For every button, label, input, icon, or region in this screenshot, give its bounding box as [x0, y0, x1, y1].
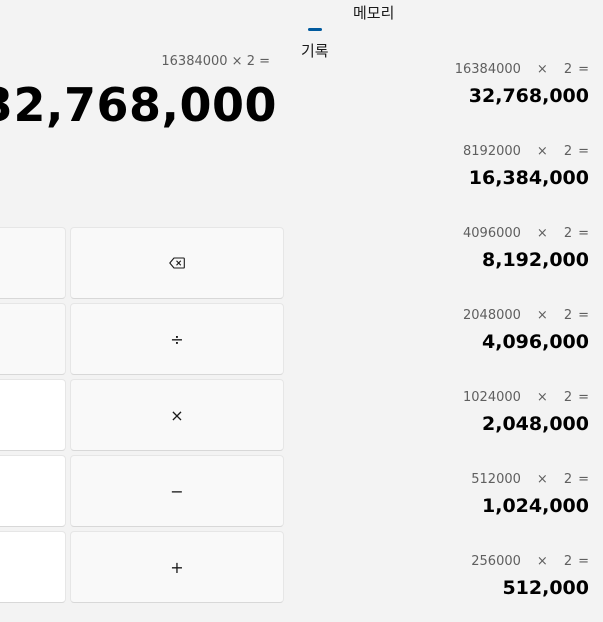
history-item[interactable]: 4096000 × 2 = 8,192,000: [299, 214, 589, 294]
key-partial-row2[interactable]: [0, 303, 66, 375]
history-result: 4,096,000: [482, 331, 589, 353]
key-partial-row4[interactable]: [0, 455, 66, 527]
key-partial-row3[interactable]: [0, 379, 66, 451]
result-display: 32,768,000: [0, 78, 277, 132]
history-item[interactable]: 256000 × 2 = 512,000: [299, 542, 589, 622]
history-item[interactable]: 2048000 × 2 = 4,096,000: [299, 296, 589, 376]
history-expression: 512000 × 2 =: [471, 472, 589, 487]
history-result: 2,048,000: [482, 413, 589, 435]
expression-display: 16384000 × 2 =: [161, 54, 270, 69]
add-button[interactable]: +: [70, 531, 284, 603]
history-item[interactable]: 8192000 × 2 = 16,384,000: [299, 132, 589, 212]
add-label: +: [170, 557, 184, 577]
tab-memory[interactable]: 메모리: [353, 2, 394, 23]
key-partial-row5[interactable]: [0, 531, 66, 603]
history-expression: 2048000 × 2 =: [463, 308, 589, 323]
history-item[interactable]: 1024000 × 2 = 2,048,000: [299, 378, 589, 458]
backspace-icon: [169, 257, 185, 269]
history-item[interactable]: 512000 × 2 = 1,024,000: [299, 460, 589, 540]
subtract-label: −: [170, 481, 184, 501]
history-result: 512,000: [502, 577, 589, 599]
history-expression: 16384000 × 2 =: [454, 62, 589, 77]
history-panel: 16384000 × 2 = 32,768,000 8192000 × 2 = 16,384…: [290, 40, 603, 605]
backspace-button[interactable]: [70, 227, 284, 299]
history-expression: 1024000 × 2 =: [463, 390, 589, 405]
divide-button[interactable]: ÷: [70, 303, 284, 375]
history-expression: 4096000 × 2 =: [463, 226, 589, 241]
subtract-button[interactable]: −: [70, 455, 284, 527]
divide-label: ÷: [170, 329, 184, 349]
history-result: 8,192,000: [482, 249, 589, 271]
history-expression: 256000 × 2 =: [471, 554, 589, 569]
key-partial-row1[interactable]: [0, 227, 66, 299]
multiply-button[interactable]: ×: [70, 379, 284, 451]
history-result: 1,024,000: [482, 495, 589, 517]
history-item[interactable]: 16384000 × 2 = 32,768,000: [299, 50, 589, 130]
multiply-label: ×: [170, 405, 184, 425]
history-result: 32,768,000: [468, 85, 589, 107]
history-result: 16,384,000: [468, 167, 589, 189]
panel-tabs: 기록 메모리: [290, 0, 603, 60]
history-expression: 8192000 × 2 =: [463, 144, 589, 159]
active-tab-indicator: [308, 28, 322, 31]
